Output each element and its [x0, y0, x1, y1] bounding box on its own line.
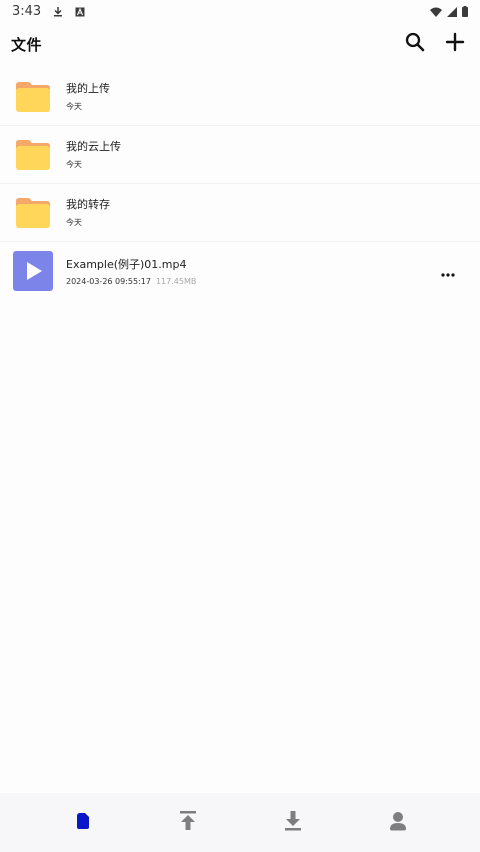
- nav-download[interactable]: [263, 801, 323, 845]
- file-name: Example(例子)01.mp4: [66, 257, 187, 271]
- file-list: 我的上传 今天 我的云上传 今天 我的转存 今天 Example(例子)01.m…: [0, 68, 480, 300]
- signal-icon: [447, 2, 457, 21]
- folder-icon: [13, 193, 53, 233]
- status-left: 3:43: [12, 2, 85, 21]
- file-name: 我的云上传: [66, 140, 121, 153]
- search-icon: [405, 32, 425, 56]
- download-icon: [53, 2, 63, 21]
- search-button[interactable]: [404, 32, 426, 56]
- add-button[interactable]: [444, 32, 466, 56]
- page-title: 文件: [11, 35, 43, 54]
- a-icon: [75, 2, 85, 21]
- wifi-icon: [430, 2, 442, 21]
- file-meta: Example(例子)01.mp4 2024-03-26 09:55:17 11…: [66, 257, 196, 286]
- download-icon: [284, 810, 302, 835]
- profile-icon: [389, 811, 407, 835]
- folder-row[interactable]: 我的上传 今天: [0, 68, 480, 126]
- more-icon: [441, 262, 455, 281]
- file-subtitle: 2024-03-26 09:55:17 117.45MB: [66, 277, 196, 286]
- file-date: 今天: [66, 160, 82, 169]
- folder-row[interactable]: 我的云上传 今天: [0, 126, 480, 184]
- bottom-nav: [0, 793, 480, 852]
- file-date: 2024-03-26 09:55:17: [66, 276, 151, 286]
- file-name: 我的转存: [66, 198, 110, 211]
- add-icon: [445, 32, 465, 56]
- file-meta: 我的云上传 今天: [66, 139, 121, 170]
- file-date: 今天: [66, 102, 82, 111]
- file-meta: 我的上传 今天: [66, 81, 110, 112]
- folder-icon: [13, 77, 53, 117]
- app-header: 文件: [0, 22, 480, 66]
- status-right: [430, 2, 468, 21]
- file-icon: [75, 812, 91, 834]
- status-time: 3:43: [12, 3, 42, 19]
- upload-icon: [179, 810, 197, 835]
- file-subtitle: 今天: [66, 101, 110, 112]
- folder-row[interactable]: 我的转存 今天: [0, 184, 480, 242]
- file-date: 今天: [66, 218, 82, 227]
- header-actions: [404, 32, 466, 56]
- file-subtitle: 今天: [66, 159, 121, 170]
- app-screen: 3:43 文件 我的上传 今天 我的云上传 今天 我的转存 今天 Example…: [0, 0, 480, 852]
- nav-profile[interactable]: [368, 801, 428, 845]
- more-button[interactable]: [440, 264, 456, 278]
- video-icon: [13, 251, 53, 291]
- nav-upload[interactable]: [158, 801, 218, 845]
- folder-icon: [13, 135, 53, 175]
- file-subtitle: 今天: [66, 217, 110, 228]
- nav-files[interactable]: [53, 801, 113, 845]
- file-size: 117.45MB: [155, 276, 197, 286]
- battery-icon: [462, 2, 468, 21]
- file-name: 我的上传: [66, 82, 110, 95]
- video-row[interactable]: Example(例子)01.mp4 2024-03-26 09:55:17 11…: [0, 242, 480, 300]
- status-bar: 3:43: [0, 0, 480, 22]
- file-meta: 我的转存 今天: [66, 197, 110, 228]
